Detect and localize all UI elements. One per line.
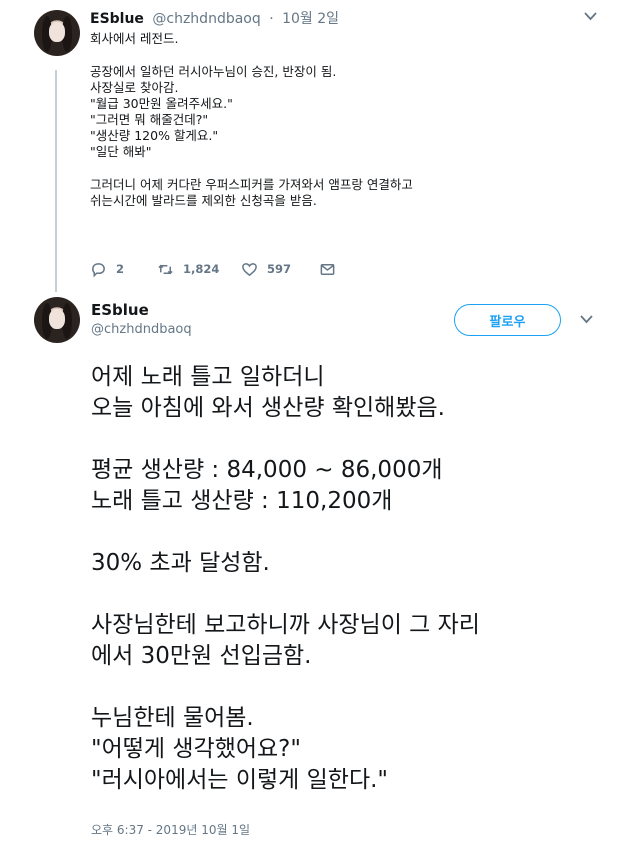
chevron-down-icon[interactable]: [584, 10, 597, 25]
avatar[interactable]: [34, 297, 80, 343]
author-handle[interactable]: @chzhdndbaoq: [152, 11, 260, 27]
tweet-text-line: "어떻게 생각했어요?": [91, 736, 301, 762]
tweet-header: ESblue @chzhdndbaoq · 10월 2일: [90, 11, 340, 27]
tweet-text-line: 어제 노래 틀고 일하더니: [91, 364, 325, 390]
retweet-button[interactable]: 1,824: [157, 261, 241, 278]
reply-count: 2: [116, 262, 125, 276]
thread-connector-line: [55, 70, 57, 292]
tweet-text-line: "월급 30만원 올려주세요.": [90, 96, 233, 111]
tweet-text-line: "일단 해봐": [90, 144, 152, 159]
tweet-text-line: 오늘 아침에 와서 생산량 확인해봤음.: [91, 395, 445, 421]
reply-icon: [92, 262, 105, 277]
avatar[interactable]: [34, 10, 80, 56]
tweet-text-line: 쉬는시간에 발라드를 제외한 신청곡을 받음.: [90, 193, 317, 208]
tweet-timestamp[interactable]: 오후 6:37 - 2019년 10월 1일: [91, 821, 250, 838]
tweet-date[interactable]: 10월 2일: [282, 11, 339, 27]
like-count: 597: [267, 262, 292, 276]
tweet-actions: 2 1,824 597: [90, 259, 336, 279]
like-button[interactable]: 597: [241, 261, 319, 278]
retweet-count: 1,824: [183, 262, 220, 276]
tweet-text-line: 사장님한테 보고하니까 사장님이 그 자리: [91, 612, 480, 638]
tweet-text: 어제 노래 틀고 일하더니 오늘 아침에 와서 생산량 확인해봤음. 평균 생산…: [91, 362, 611, 796]
tweet-text-line: 30% 초과 달성함.: [91, 550, 270, 576]
heart-icon: [242, 262, 257, 276]
envelope-icon: [320, 263, 335, 275]
tweet-text-line: "그러면 뭐 해줄건데?": [90, 112, 209, 127]
tweet-text-line: 누님한테 물어봄.: [91, 705, 254, 731]
follow-button[interactable]: 팔로우: [454, 304, 561, 336]
tweet-text: 회사에서 레전드. 공장에서 일하던 러시아누님이 승진, 반장이 됨. 사장실…: [90, 31, 590, 209]
retweet-icon: [158, 264, 173, 274]
author-handle[interactable]: @chzhdndbaoq: [91, 322, 192, 337]
tweet-text-line: 회사에서 레전드.: [90, 31, 179, 46]
author-name[interactable]: ESblue: [91, 301, 149, 319]
author-name[interactable]: ESblue: [90, 11, 144, 27]
tweet-text-line: 노래 틀고 생산량 : 110,200개: [91, 488, 393, 514]
reply-button[interactable]: 2: [90, 261, 157, 278]
chevron-down-icon[interactable]: [580, 313, 593, 328]
tweet-text-line: 사장실로 찾아감.: [90, 80, 179, 95]
tweet-text-line: 에서 30만원 선입금함.: [91, 643, 312, 669]
tweet-text-line: "러시아에서는 이렇게 일한다.": [91, 767, 389, 793]
tweet-text-line: 공장에서 일하던 러시아누님이 승진, 반장이 됨.: [90, 64, 337, 79]
tweet-text-line: "생산량 120% 할게요.": [90, 128, 219, 143]
tweet-text-line: 평균 생산량 : 84,000 ~ 86,000개: [91, 457, 443, 483]
direct-message-button[interactable]: [319, 261, 336, 278]
tweet-text-line: 그러더니 어제 커다란 우퍼스피커를 가져와서 앰프랑 연결하고: [90, 177, 413, 192]
